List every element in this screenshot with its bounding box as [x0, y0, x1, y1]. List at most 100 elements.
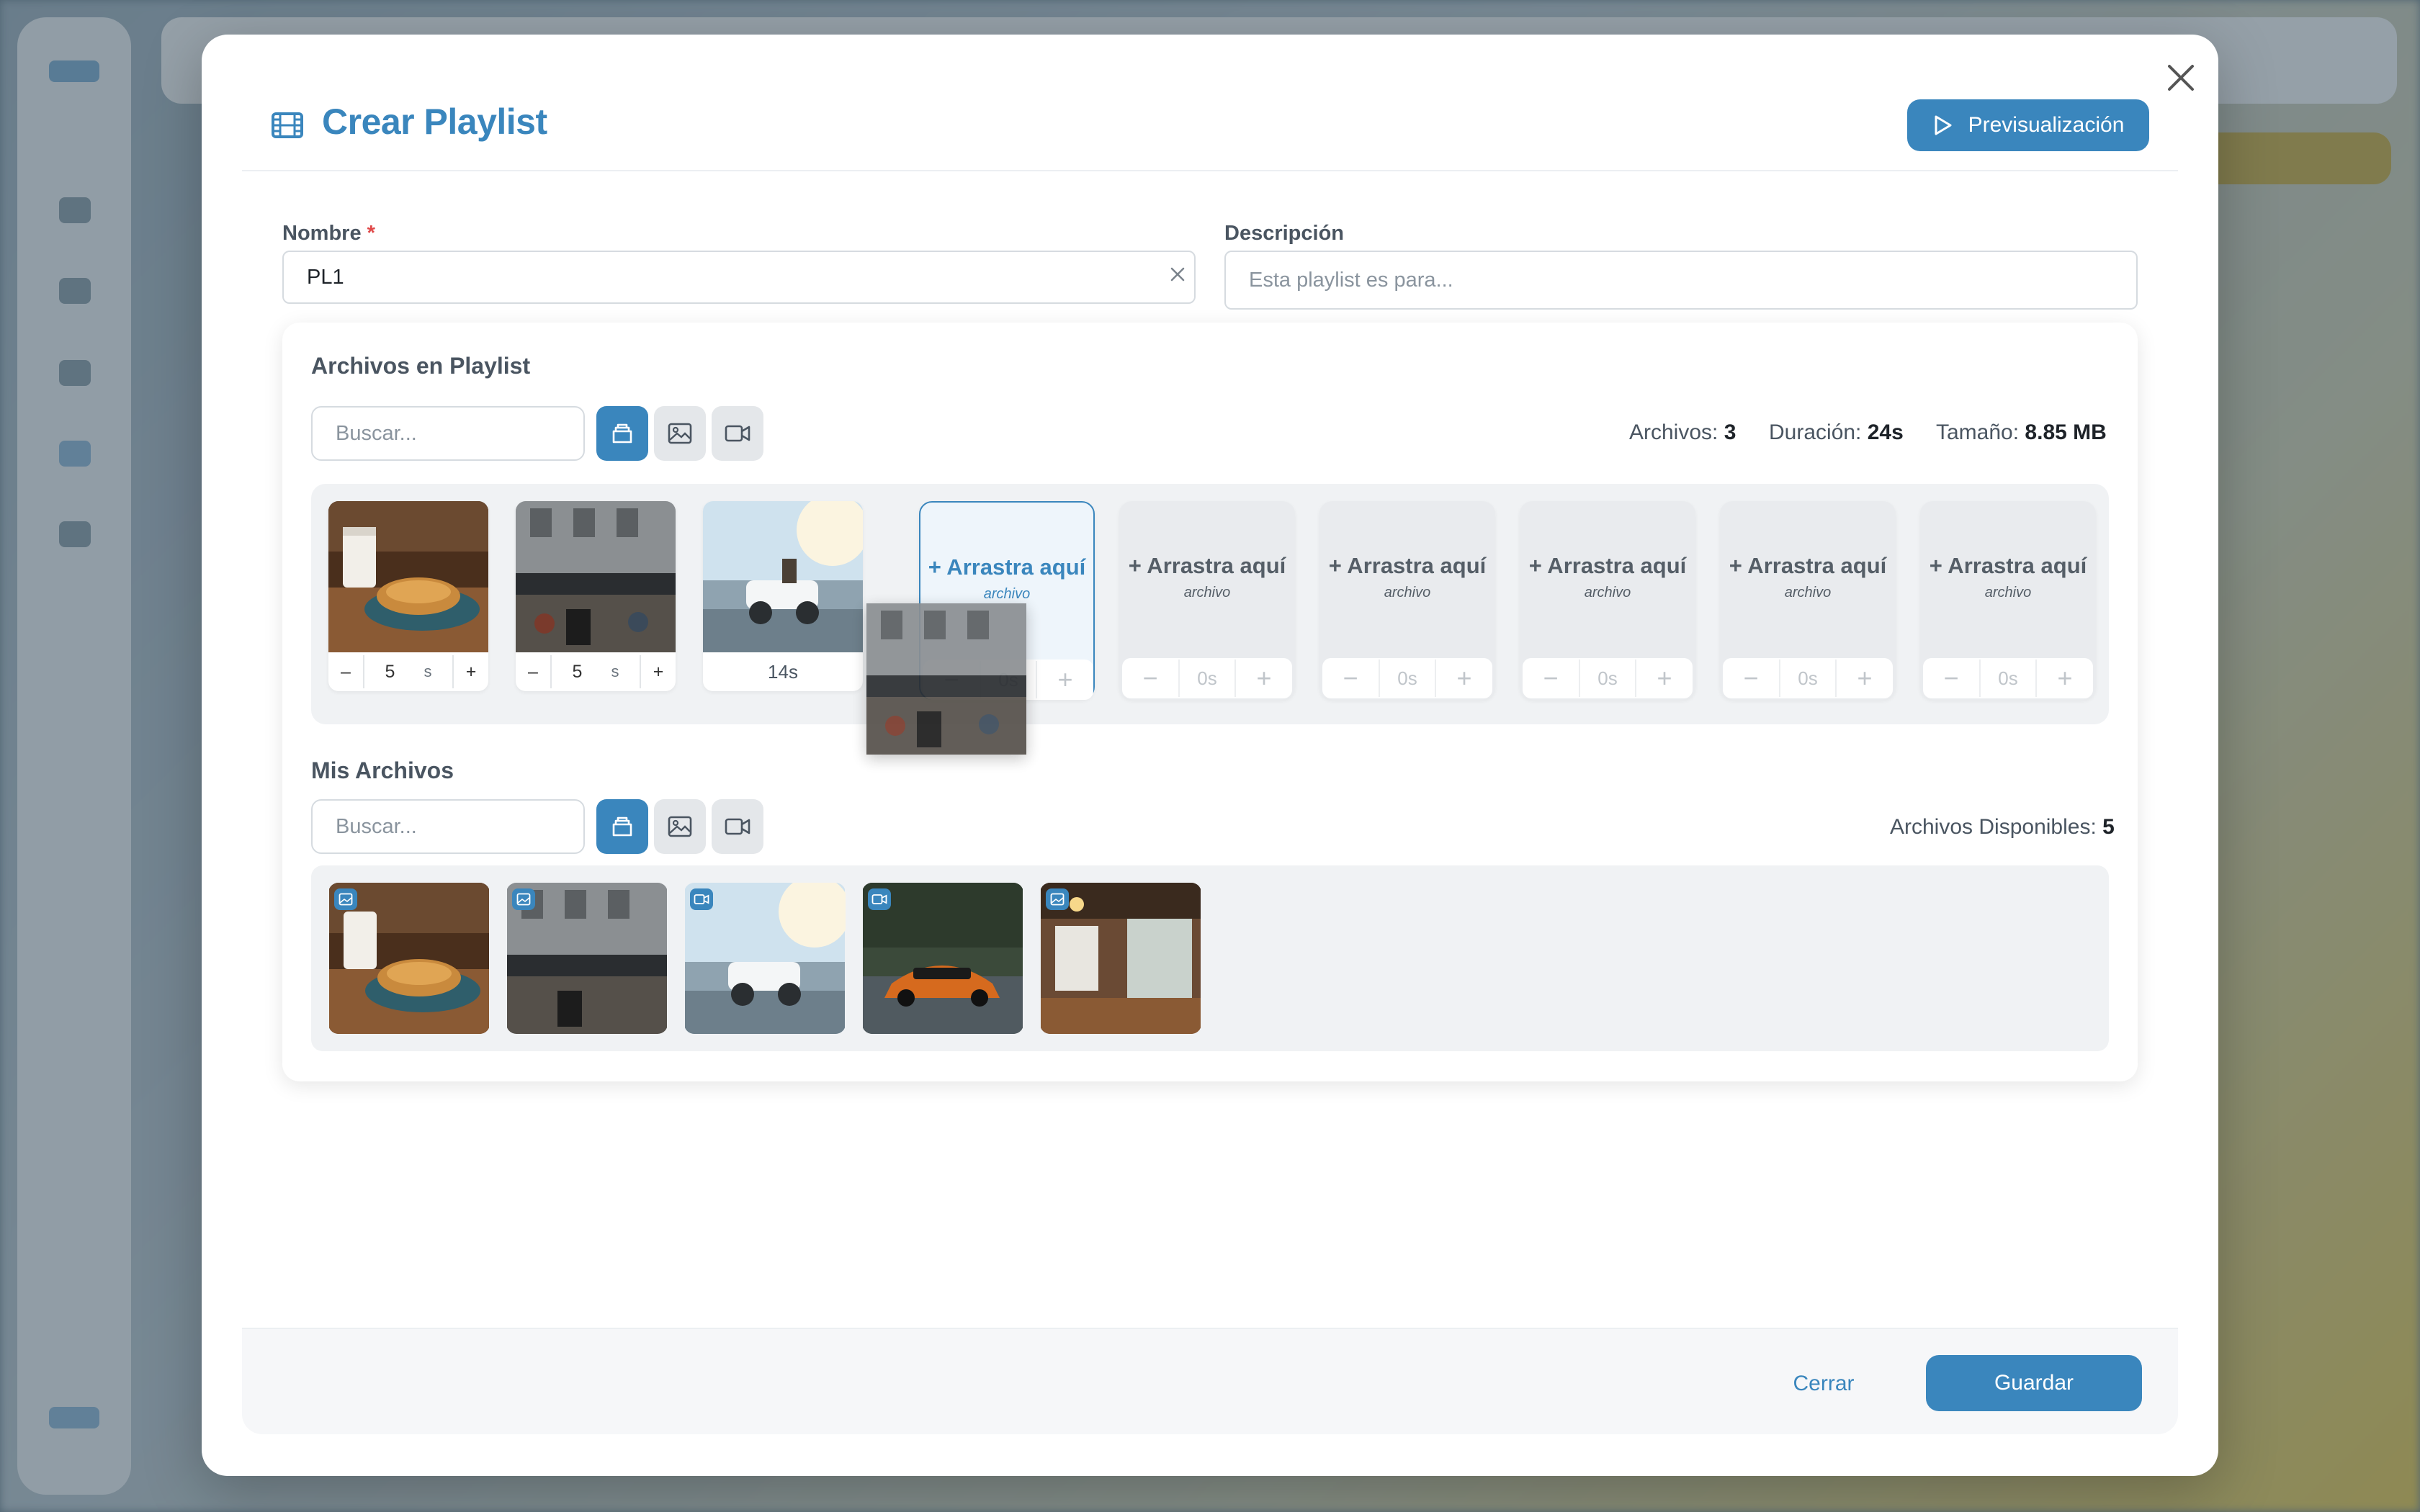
preview-button[interactable]: Previsualización [1907, 99, 2149, 151]
drop-sublabel: archivo [1183, 585, 1231, 600]
slot-stepper[interactable]: −0s+ [1523, 658, 1693, 698]
drop-label: + Arrastra aquí [928, 554, 1086, 580]
playlist-item[interactable]: – 5s + [516, 501, 676, 691]
close-button[interactable]: Cerrar [1780, 1365, 1867, 1403]
increase-button[interactable]: + [1837, 663, 1893, 693]
playlist-search-input[interactable]: Buscar... [311, 406, 585, 461]
video-icon [724, 423, 751, 444]
slot-duration: 0s [1979, 660, 2037, 697]
all-files-icon [610, 421, 635, 446]
playlist-item[interactable]: 14s [703, 501, 863, 691]
playlist-section-title: Archivos en Playlist [311, 353, 531, 379]
filter-video-button[interactable] [712, 406, 763, 461]
video-icon [690, 888, 713, 910]
thumbnail-croissant [328, 501, 488, 652]
image-icon [512, 888, 535, 910]
empty-slot[interactable]: + Arrastra aquí archivo −0s + [1319, 501, 1495, 700]
image-icon [334, 888, 357, 910]
drag-preview-street-cafe[interactable] [866, 603, 1026, 755]
duration-unit: s [611, 662, 619, 680]
video-icon [724, 816, 751, 837]
drop-sublabel: archivo [1384, 585, 1431, 600]
duration-value-box[interactable]: 5s [363, 655, 454, 688]
playlist-item[interactable]: – 5s + [328, 501, 488, 691]
empty-slot[interactable]: + Arrastra aquí archivo −0s + [1720, 501, 1896, 700]
preview-label: Previsualización [1968, 113, 2125, 137]
slot-duration: 0s [1779, 660, 1837, 697]
close-icon[interactable] [2165, 62, 2197, 94]
increase-button[interactable]: + [1636, 663, 1693, 693]
slot-duration: 0s [1579, 660, 1636, 697]
modal-title: Crear Playlist [322, 102, 547, 142]
drop-label: + Arrastra aquí [1729, 553, 1887, 578]
library-item-croissant[interactable] [328, 883, 490, 1034]
library-item-sports-car[interactable] [862, 883, 1023, 1034]
empty-slot[interactable]: + Arrastra aquí archivo −0s + [1520, 501, 1695, 700]
increase-button[interactable]: + [1236, 663, 1292, 693]
playlist-search-placeholder: Buscar... [336, 421, 417, 445]
slot-stepper[interactable]: −0s+ [1723, 658, 1893, 698]
drop-label: + Arrastra aquí [1128, 553, 1286, 578]
drop-sublabel: archivo [983, 586, 1031, 602]
slot-stepper[interactable]: −0s+ [1923, 658, 2093, 698]
files-label: Archivos: [1629, 420, 1718, 444]
filter-image-button[interactable] [654, 406, 706, 461]
play-icon [1932, 114, 1953, 136]
name-input-value: PL1 [307, 265, 344, 289]
clear-input-icon[interactable] [1168, 265, 1187, 284]
decrease-button[interactable]: – [516, 662, 550, 683]
duration-label: Duración: [1769, 420, 1862, 444]
duration-stepper[interactable]: – 5s + [328, 652, 488, 691]
filter-all-button[interactable] [596, 406, 648, 461]
save-button[interactable]: Guardar [1926, 1355, 2142, 1411]
increase-button[interactable]: + [1037, 665, 1093, 695]
name-input[interactable]: PL1 [282, 251, 1196, 304]
increase-button[interactable]: + [454, 662, 488, 683]
duration-value: 24s [1867, 420, 1904, 444]
playlist-duration-stat: Duración: 24s [1769, 420, 1904, 445]
drop-sublabel: archivo [1584, 585, 1631, 600]
increase-button[interactable]: + [1436, 663, 1492, 693]
library-section-title: Mis Archivos [311, 757, 454, 783]
drop-sublabel: archivo [1784, 585, 1832, 600]
library-filter-all-button[interactable] [596, 799, 648, 854]
decrease-button[interactable]: − [1322, 663, 1379, 693]
available-files-stat: Archivos Disponibles: 5 [1890, 815, 2115, 840]
increase-button[interactable]: + [2037, 663, 2093, 693]
duration-value-box[interactable]: 5s [550, 655, 641, 688]
drop-label: + Arrastra aquí [1929, 553, 2087, 578]
increase-button[interactable]: + [641, 662, 676, 683]
slot-stepper[interactable]: −0s+ [1322, 658, 1492, 698]
empty-slot[interactable]: + Arrastra aquí archivo −0s + [1119, 501, 1295, 700]
description-placeholder: Esta playlist es para... [1249, 268, 1453, 292]
film-icon [271, 112, 304, 139]
slot-duration: 0s [1379, 660, 1436, 697]
video-duration: 14s [768, 660, 798, 683]
description-textarea[interactable]: Esta playlist es para... [1224, 251, 2138, 310]
empty-slot[interactable]: + Arrastra aquí archivo −0s + [1920, 501, 2096, 700]
library-item-cafe-interior[interactable] [1040, 883, 1201, 1034]
drop-sublabel: archivo [1984, 585, 2032, 600]
decrease-button[interactable]: − [1122, 663, 1178, 693]
library-item-street-cafe[interactable] [506, 883, 668, 1034]
playlist-files-stat: Archivos: 3 [1629, 420, 1736, 445]
decrease-button[interactable]: − [1923, 663, 1979, 693]
library-filter-image-button[interactable] [654, 799, 706, 854]
library-search-input[interactable]: Buscar... [311, 799, 585, 854]
files-value: 3 [1724, 420, 1736, 444]
all-files-icon [610, 814, 635, 839]
decrease-button[interactable]: – [328, 662, 363, 683]
image-icon [1046, 888, 1069, 910]
decrease-button[interactable]: − [1723, 663, 1779, 693]
duration-stepper[interactable]: – 5s + [516, 652, 676, 691]
playlist-size-stat: Tamaño: 8.85 MB [1936, 420, 2107, 445]
description-label: Descripción [1224, 222, 1344, 245]
library-search-placeholder: Buscar... [336, 814, 417, 838]
slot-stepper[interactable]: −0s+ [1122, 658, 1292, 698]
decrease-button[interactable]: − [1523, 663, 1579, 693]
duration-value: 5 [385, 661, 395, 682]
library-filter-video-button[interactable] [712, 799, 763, 854]
library-item-beach-buggy[interactable] [684, 883, 846, 1034]
size-label: Tamaño: [1936, 420, 2020, 444]
required-marker: * [367, 222, 375, 245]
